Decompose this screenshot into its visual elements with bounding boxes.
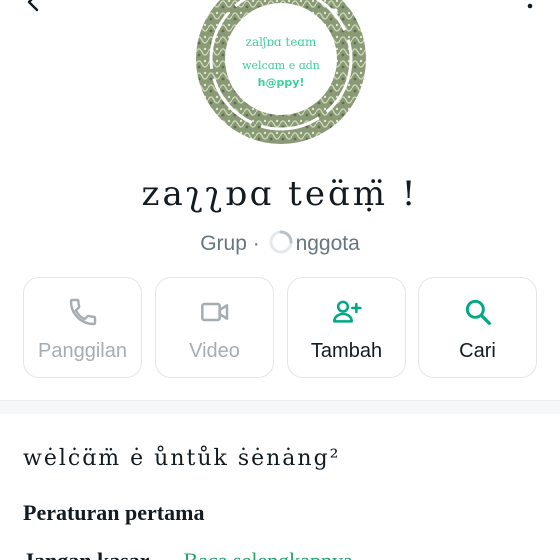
search-icon (465, 299, 491, 325)
member-count-label: nggota (295, 232, 360, 255)
section-divider (0, 400, 560, 414)
avatar-text-2: welcɑm e ɑdn (242, 59, 320, 72)
video-button-label: Video (189, 340, 240, 362)
add-member-button[interactable]: Tambah (287, 277, 406, 378)
group-name: zaʅʅɒɑ teɑ̈ṃ̈ ! (141, 174, 419, 214)
search-button-label: Cari (459, 340, 496, 362)
read-more-link[interactable]: Baca selengkapnya (184, 548, 353, 560)
group-type-label: Grup · (200, 232, 266, 255)
add-person-icon (332, 300, 362, 323)
rules-title: Peraturan pertama (23, 500, 205, 525)
back-button[interactable] (22, 0, 46, 14)
group-description-line: wėlċɑ̈m̈ ė ůntůk ṡėnȧng² (23, 446, 341, 471)
loading-spinner-icon (268, 229, 294, 255)
group-subtitle: Grup · nggota (0, 229, 560, 256)
description-partial-line: Jangan kasar Baca selengkapnya (23, 548, 353, 560)
search-button[interactable]: Cari (418, 277, 537, 378)
add-member-button-label: Tambah (310, 340, 383, 362)
phone-icon (69, 298, 96, 326)
more-vertical-icon (527, 3, 533, 9)
avatar-text-1: zalʃɒɑ teɑm (246, 35, 317, 49)
group-avatar[interactable]: zalʃɒɑ teɑm welcɑm e ɑdn h@ppy! (196, 0, 366, 144)
call-button[interactable]: Panggilan (23, 277, 142, 378)
more-options-button[interactable] (522, 0, 538, 12)
arrow-left-icon (27, 0, 39, 12)
action-row: Panggilan Video Tambah Cari (23, 277, 537, 379)
call-button-label: Panggilan (38, 340, 127, 362)
avatar-text-3: h@ppy! (258, 76, 305, 89)
video-icon (200, 302, 228, 322)
video-button[interactable]: Video (155, 277, 274, 378)
description-partial-text: Jangan kasar (23, 548, 150, 560)
